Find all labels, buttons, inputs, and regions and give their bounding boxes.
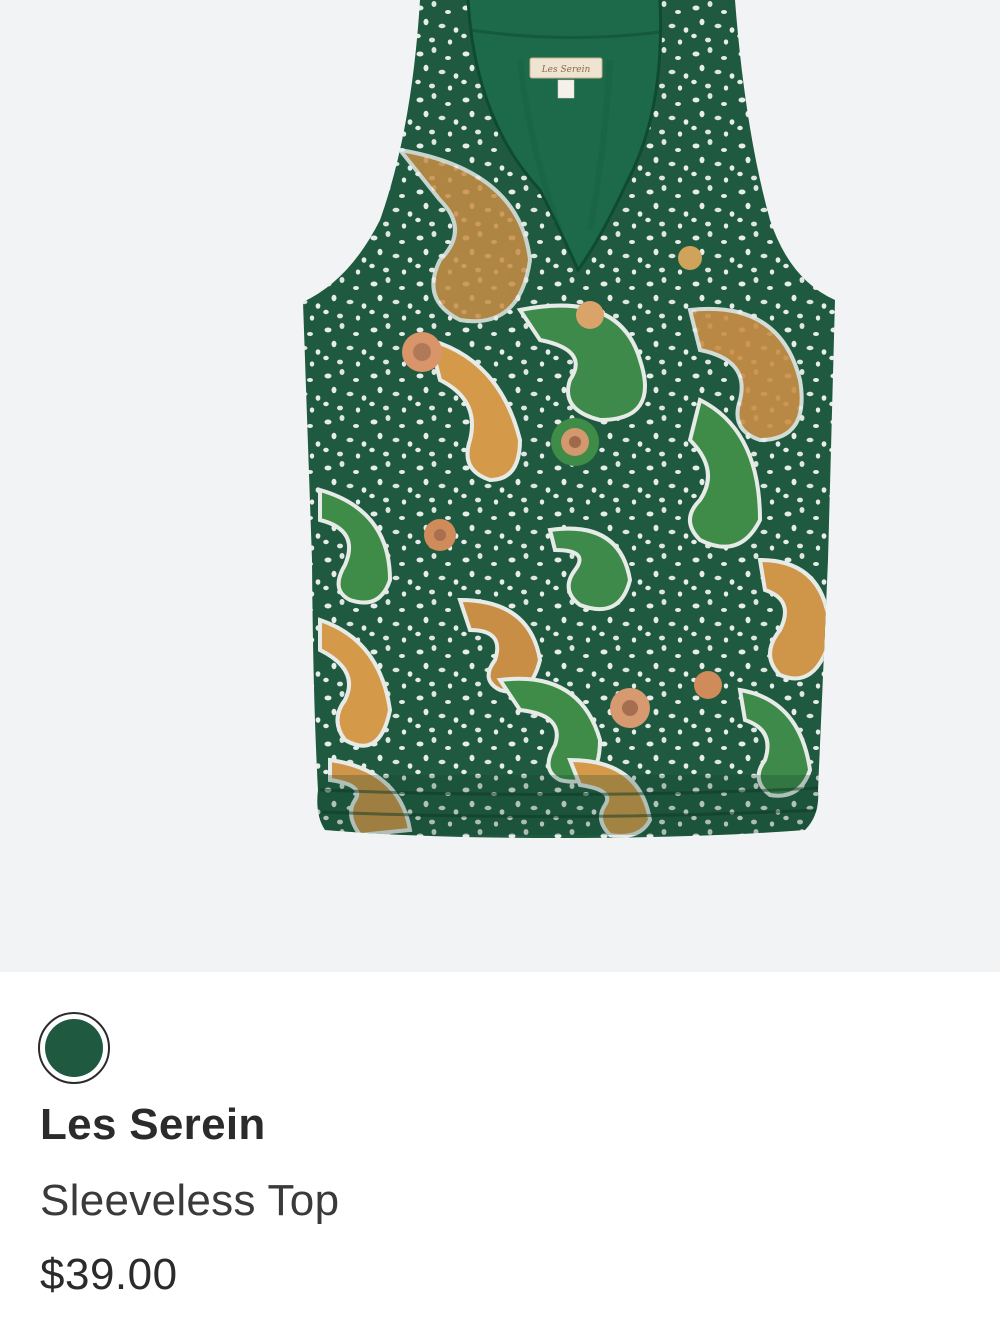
color-swatch-green[interactable] — [38, 1012, 110, 1084]
product-brand[interactable]: Les Serein — [40, 1100, 266, 1150]
product-price: $39.00 — [40, 1250, 178, 1299]
product-name[interactable]: Sleeveless Top — [40, 1176, 339, 1226]
swatch-color-dot — [45, 1019, 103, 1077]
sleeveless-top-illustration: Les Serein — [303, 0, 835, 838]
product-info: Les Serein Sleeveless Top $39.00 — [0, 972, 1000, 1332]
brand-tag-text: Les Serein — [541, 65, 591, 75]
product-image[interactable]: Les Serein — [0, 0, 1000, 972]
